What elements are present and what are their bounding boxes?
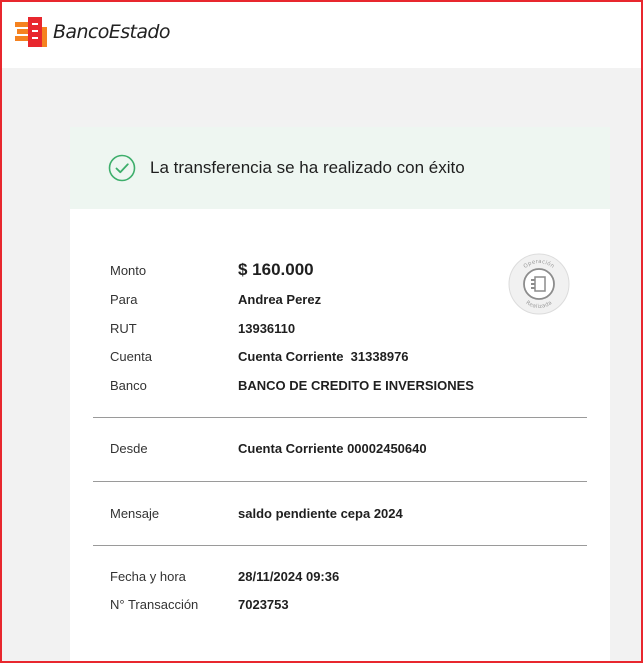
page-frame: BancoEstado La transferencia se ha reali… xyxy=(0,0,643,663)
divider xyxy=(93,481,587,482)
detail-row-banco: Banco BANCO DE CREDITO E INVERSIONES xyxy=(110,378,474,393)
detail-row-monto: Monto $ 160.000 xyxy=(110,260,314,280)
bancoestado-logo-icon xyxy=(15,17,47,47)
divider xyxy=(93,545,587,546)
monto-label: Monto xyxy=(110,262,147,278)
cuenta-value: Cuenta Corriente 31338976 xyxy=(238,349,409,364)
brand[interactable]: BancoEstado xyxy=(14,17,170,47)
operation-stamp-icon: Operación Realizada xyxy=(508,253,570,315)
fecha-value: 28/11/2024 09:36 xyxy=(238,569,340,584)
banco-label: Banco xyxy=(110,378,147,393)
success-banner: La transferencia se ha realizado con éxi… xyxy=(70,127,610,209)
check-circle-icon xyxy=(108,154,136,182)
brand-name: BancoEstado xyxy=(53,21,170,43)
detail-row-cuenta: Cuenta Cuenta Corriente 31338976 xyxy=(110,349,409,364)
banco-value: BANCO DE CREDITO E INVERSIONES xyxy=(238,378,474,393)
detail-row-para: Para Andrea Perez xyxy=(110,292,321,307)
mensaje-label: Mensaje xyxy=(110,506,160,521)
detail-row-desde: Desde Cuenta Corriente 00002450640 xyxy=(110,441,427,456)
para-value: Andrea Perez xyxy=(238,292,322,307)
rut-value: 13936110 xyxy=(238,321,296,336)
divider xyxy=(93,417,587,418)
detail-row-fecha: Fecha y hora 28/11/2024 09:36 xyxy=(110,569,339,584)
para-label: Para xyxy=(110,292,138,307)
success-message: La transferencia se ha realizado con éxi… xyxy=(150,158,465,177)
detail-row-mensaje: Mensaje saldo pendiente cepa 2024 xyxy=(110,506,403,521)
cuenta-label: Cuenta xyxy=(110,349,152,364)
desde-value: Cuenta Corriente 00002450640 xyxy=(238,441,427,456)
mensaje-value: saldo pendiente cepa 2024 xyxy=(238,506,403,521)
transaccion-value: 7023753 xyxy=(238,597,289,612)
transaccion-label: N° Transacción xyxy=(110,597,199,612)
desde-label: Desde xyxy=(110,441,148,456)
rut-label: RUT xyxy=(110,321,137,336)
transfer-receipt-card: La transferencia se ha realizado con éxi… xyxy=(70,127,610,661)
monto-value: $ 160.000 xyxy=(238,260,314,279)
fecha-label: Fecha y hora xyxy=(110,569,186,584)
detail-row-rut: RUT 13936110 xyxy=(110,321,295,336)
header-bar: BancoEstado xyxy=(2,2,641,68)
detail-row-transaccion: N° Transacción 7023753 xyxy=(110,597,289,612)
